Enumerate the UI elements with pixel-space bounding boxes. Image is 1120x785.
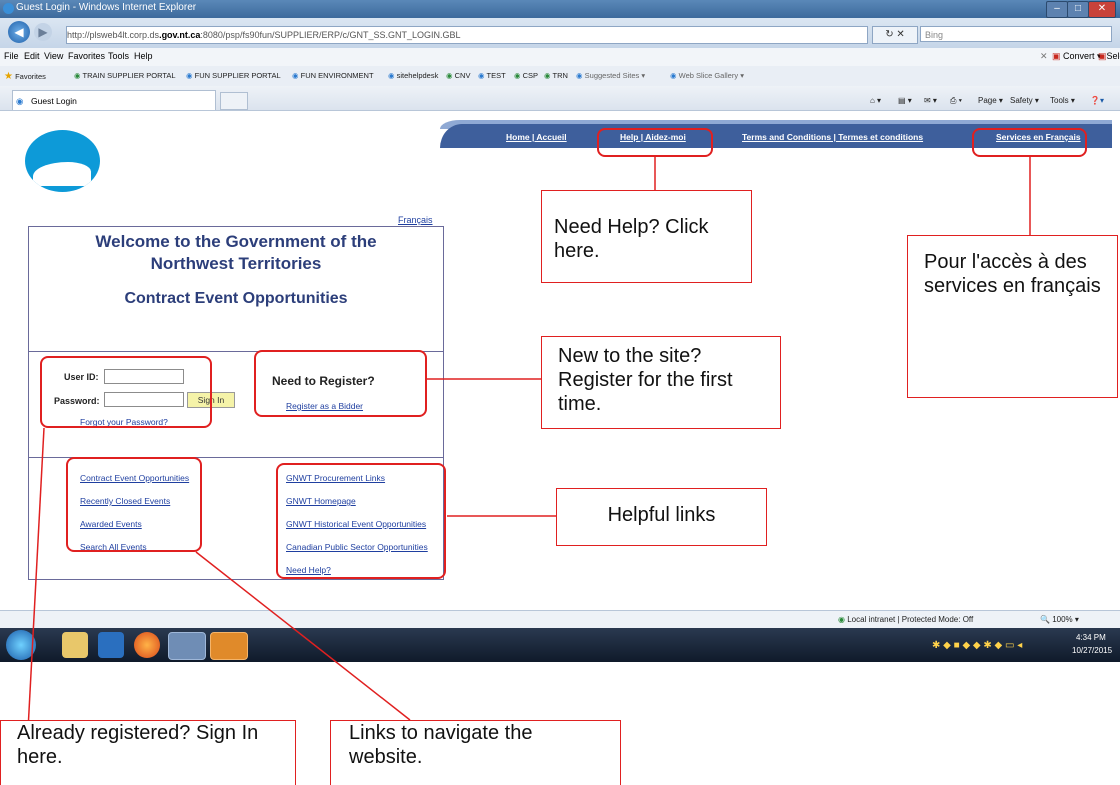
navigate-connector	[195, 551, 411, 721]
callout-sign-in: Already registered? Sign In here.	[0, 720, 296, 785]
callout-francais: Pour l'accès à des services en français	[907, 235, 1118, 398]
signin-connector	[27, 427, 45, 731]
callout-need-help: Need Help? Click here.	[541, 190, 752, 283]
callout-navigate: Links to navigate the website.	[330, 720, 621, 785]
callout-register: New to the site? Register for the first …	[541, 336, 781, 429]
callout-helpful-links: Helpful links	[556, 488, 767, 546]
